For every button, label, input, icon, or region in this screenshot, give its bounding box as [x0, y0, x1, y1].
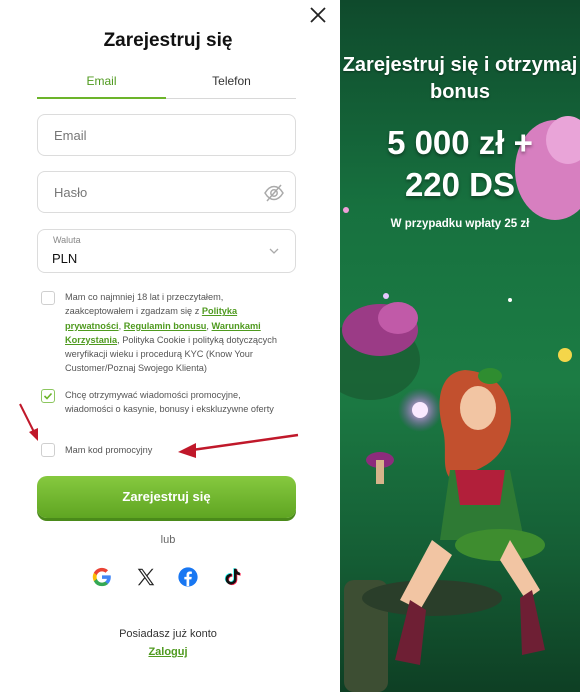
terms-text: Mam co najmniej 18 lat i przeczytałem, z…	[65, 290, 290, 376]
currency-value: PLN	[52, 251, 78, 266]
promo-note: W przypadku wpłaty 25 zł	[390, 218, 530, 230]
chevron-down-icon[interactable]	[269, 247, 279, 255]
terms-separator: ,	[206, 320, 209, 331]
signup-tabs: Email Telefon	[37, 74, 296, 99]
promo-consent-checkbox[interactable]	[41, 389, 55, 403]
or-divider: lub	[160, 534, 176, 546]
currency-label: Waluta	[53, 235, 81, 245]
login-link[interactable]: Zaloguj	[148, 646, 187, 658]
register-button[interactable]: Zarejestruj się	[37, 476, 296, 518]
terms-checkbox[interactable]	[41, 291, 55, 305]
form-title: Zarejestruj się	[103, 30, 233, 51]
have-account-text: Posiadasz już konto	[119, 628, 217, 640]
email-field[interactable]	[52, 127, 256, 144]
google-icon[interactable]	[91, 566, 113, 588]
promo-code-checkbox[interactable]	[41, 443, 55, 457]
promo-amount-line2: 220 DS	[404, 166, 516, 203]
terms-prefix: Mam co najmniej 18 lat i przeczytałem, z…	[65, 292, 224, 317]
eye-off-icon[interactable]	[263, 182, 285, 204]
password-field[interactable]	[52, 184, 256, 201]
promo-banner: Zarejestruj się i otrzymaj bonus 5 000 z…	[340, 0, 580, 692]
x-icon[interactable]	[135, 566, 157, 588]
bonus-terms-link[interactable]: Regulamin bonusu	[124, 321, 207, 331]
tiktok-icon[interactable]	[221, 566, 243, 588]
checkmark-icon	[43, 392, 53, 400]
promo-amount: 5 000 zł + 220 DS	[340, 122, 580, 206]
close-icon[interactable]	[307, 4, 329, 26]
terms-separator: ,	[118, 320, 122, 331]
tab-email[interactable]: Email	[37, 74, 166, 88]
promo-consent-text: Chcę otrzymywać wiadomości promocyjne, w…	[65, 390, 274, 415]
facebook-icon[interactable]	[177, 566, 199, 588]
registration-panel: Zarejestruj się Email Telefon Waluta PLN…	[0, 0, 340, 692]
active-tab-indicator	[37, 97, 166, 99]
promo-code-label[interactable]: Mam kod promocyjny	[65, 443, 290, 457]
currency-select[interactable]: Waluta PLN	[37, 229, 296, 273]
tab-phone[interactable]: Telefon	[167, 74, 296, 88]
email-field-box	[37, 114, 296, 156]
promo-amount-line1: 5 000 zł +	[387, 124, 533, 161]
password-field-box	[37, 171, 296, 213]
promo-headline: Zarejestruj się i otrzymaj bonus	[342, 54, 578, 103]
